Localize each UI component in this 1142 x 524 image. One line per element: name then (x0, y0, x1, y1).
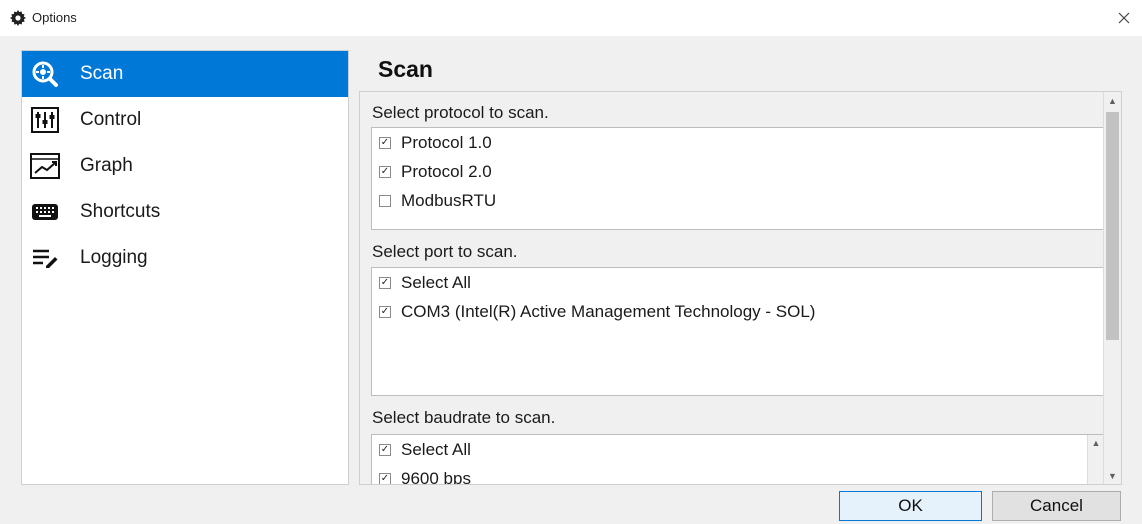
option-label: Select All (401, 439, 471, 459)
checkbox[interactable] (379, 194, 391, 207)
graph-icon (28, 151, 62, 181)
close-button[interactable] (1112, 6, 1136, 30)
scroll-down-arrow-icon[interactable]: ▼ (1104, 467, 1121, 484)
scan-search-icon (28, 59, 62, 89)
port-option-com3[interactable]: ✓ COM3 (Intel(R) Active Management Techn… (372, 297, 1104, 326)
settings-scroll-area[interactable]: Select protocol to scan. ✓ Protocol 1.0 … (359, 91, 1122, 485)
page-title: Scan (378, 56, 433, 82)
vertical-scrollbar[interactable]: ▲ ▼ (1103, 92, 1121, 484)
sidebar-item-control[interactable]: Control (22, 97, 348, 143)
sidebar-item-label: Shortcuts (80, 201, 161, 222)
window-title: Options (32, 10, 77, 25)
sidebar-item-logging[interactable]: Logging (22, 235, 348, 281)
title-bar: Options (0, 0, 1142, 36)
option-label: 9600 bps (401, 468, 471, 485)
sliders-icon (28, 105, 62, 135)
sidebar-item-label: Graph (80, 155, 133, 176)
scroll-up-arrow-icon[interactable]: ▲ (1104, 92, 1121, 109)
ok-button[interactable]: OK (839, 491, 982, 521)
cancel-button[interactable]: Cancel (992, 491, 1121, 521)
sidebar-item-shortcuts[interactable]: Shortcuts (22, 189, 348, 235)
protocol-option-2[interactable]: ✓ Protocol 2.0 (372, 157, 1104, 186)
checkbox[interactable]: ✓ (379, 165, 391, 178)
gear-icon (10, 10, 26, 26)
baudrate-scrollbar[interactable]: ▲ (1087, 435, 1104, 484)
sidebar-item-scan[interactable]: Scan (22, 51, 348, 97)
sidebar-item-label: Scan (80, 63, 124, 84)
option-label: Protocol 2.0 (401, 161, 492, 181)
checkbox[interactable]: ✓ (379, 443, 391, 456)
sidebar-item-label: Control (80, 109, 142, 130)
checkbox[interactable]: ✓ (379, 305, 391, 318)
logging-icon (28, 243, 62, 273)
protocol-option-3[interactable]: ModbusRTU (372, 186, 1104, 215)
protocol-section-label: Select protocol to scan. (372, 103, 549, 122)
option-label: Select All (401, 272, 471, 292)
baudrate-section-label: Select baudrate to scan. (372, 408, 556, 427)
port-option-select-all[interactable]: ✓ Select All (372, 268, 1104, 297)
baudrate-option-9600[interactable]: ✓ 9600 bps (372, 464, 1104, 485)
port-list[interactable]: ✓ Select All ✓ COM3 (Intel(R) Active Man… (371, 267, 1105, 396)
protocol-list[interactable]: ✓ Protocol 1.0 ✓ Protocol 2.0 ModbusRTU (371, 127, 1105, 230)
checkbox[interactable]: ✓ (379, 276, 391, 289)
baudrate-list[interactable]: ✓ Select All ✓ 9600 bps ▲ (371, 434, 1105, 485)
option-label: Protocol 1.0 (401, 132, 492, 152)
sidebar-item-graph[interactable]: Graph (22, 143, 348, 189)
checkbox[interactable]: ✓ (379, 136, 391, 149)
scroll-up-arrow-icon[interactable]: ▲ (1088, 435, 1104, 451)
option-label: COM3 (Intel(R) Active Management Technol… (401, 301, 816, 321)
port-section-label: Select port to scan. (372, 242, 518, 261)
close-icon (1118, 12, 1130, 24)
option-label: ModbusRTU (401, 190, 497, 210)
sidebar-item-label: Logging (80, 247, 148, 268)
baudrate-option-select-all[interactable]: ✓ Select All (372, 435, 1104, 464)
keyboard-icon (28, 197, 62, 227)
checkbox[interactable]: ✓ (379, 472, 391, 484)
scrollbar-thumb[interactable] (1106, 112, 1119, 340)
protocol-option-1[interactable]: ✓ Protocol 1.0 (372, 128, 1104, 157)
sidebar: Scan Control Graph Shortcuts Logging (21, 50, 349, 485)
